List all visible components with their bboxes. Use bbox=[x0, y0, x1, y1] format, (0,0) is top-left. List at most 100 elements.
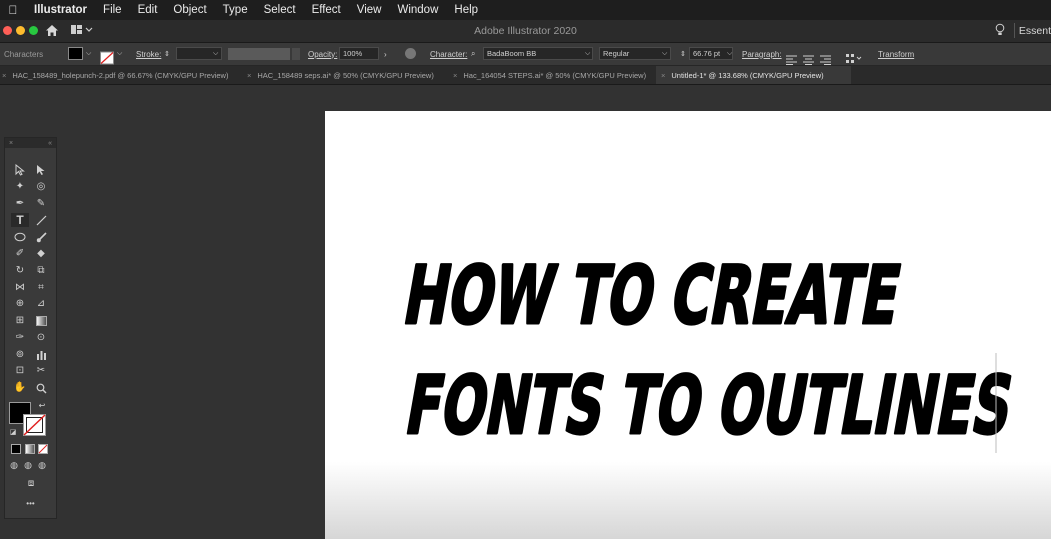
workspace-switcher[interactable]: Essent bbox=[1019, 25, 1051, 37]
app-title-bar: Adobe Illustrator 2020 Essent bbox=[0, 20, 1051, 43]
font-size-chevron-icon[interactable]: ⌵ bbox=[727, 43, 732, 65]
close-tab-icon[interactable]: × bbox=[247, 71, 251, 80]
window-title: Adobe Illustrator 2020 bbox=[474, 25, 577, 37]
eraser-tool-icon[interactable]: ◆ bbox=[32, 247, 50, 261]
tab-label: HAC_158489 seps.ai* @ 50% (CMYK/GPU Prev… bbox=[257, 70, 434, 80]
mesh-tool-icon[interactable]: ⊞ bbox=[11, 314, 29, 328]
tools-panel: × « ✦ ◎ ✒ ✎ T ✐ ◆ ↻ ⧉ ⋈ ⌗ ⊕ ⊿ ⊞ ✑ ⊙ ⊚ ⊡ … bbox=[4, 137, 57, 519]
menu-object[interactable]: Object bbox=[165, 4, 214, 16]
width-tool-icon[interactable]: ⋈ bbox=[11, 281, 29, 295]
stroke-weight-stepper-icon[interactable]: ⇕ bbox=[164, 43, 170, 65]
recolor-artwork-icon[interactable] bbox=[405, 48, 416, 59]
tab-label: Hac_164054 STEPS.ai* @ 50% (CMYK/GPU Pre… bbox=[463, 70, 647, 80]
fill-dropdown-chevron-icon[interactable]: ⌵ bbox=[86, 43, 91, 65]
pen-tool-icon[interactable]: ✒ bbox=[11, 197, 29, 211]
blend-tool-icon[interactable]: ⊙ bbox=[32, 331, 50, 345]
apple-menu-icon[interactable]:  bbox=[0, 3, 26, 17]
lightbulb-icon[interactable] bbox=[995, 23, 1005, 37]
column-graph-tool-icon[interactable] bbox=[32, 348, 50, 362]
close-tab-icon[interactable]: × bbox=[2, 71, 6, 80]
type-tool-icon[interactable]: T bbox=[11, 213, 29, 227]
menu-help[interactable]: Help bbox=[446, 4, 486, 16]
document-tab-active[interactable]: × Untitled-1* @ 133.68% (CMYK/GPU Previe… bbox=[656, 66, 851, 84]
tools-panel-header[interactable]: × « bbox=[5, 138, 56, 148]
lasso-tool-icon[interactable]: ◎ bbox=[32, 180, 50, 194]
font-family-field[interactable]: BadaBoom BB bbox=[483, 47, 593, 60]
opacity-label-link[interactable]: Opacity: bbox=[308, 43, 337, 65]
close-panel-icon[interactable]: × bbox=[9, 140, 13, 147]
divider bbox=[1014, 23, 1015, 38]
gradient-tool-icon[interactable] bbox=[32, 314, 50, 328]
paragraph-panel-link[interactable]: Paragraph: bbox=[742, 43, 782, 65]
selection-type-label: Characters bbox=[4, 49, 44, 59]
rotate-tool-icon[interactable]: ↻ bbox=[11, 264, 29, 278]
document-tab[interactable]: × Hac_164054 STEPS.ai* @ 50% (CMYK/GPU P… bbox=[453, 66, 646, 84]
color-mode-icon[interactable] bbox=[11, 444, 21, 454]
control-bar: Characters ⌵ ⌵ Stroke: ⇕ ⌵ Opacity: 100%… bbox=[0, 43, 1051, 66]
draw-normal-icon[interactable]: ◍ bbox=[8, 459, 20, 471]
artboard-text-svg[interactable]: HOW TO CREATE FONTS TO OUTLINES bbox=[325, 111, 1051, 539]
none-mode-icon[interactable] bbox=[38, 444, 48, 454]
menu-edit[interactable]: Edit bbox=[130, 4, 166, 16]
default-fill-stroke-icon[interactable]: ◪ bbox=[7, 426, 19, 438]
close-tab-icon[interactable]: × bbox=[661, 71, 665, 80]
artboard-tool-icon[interactable]: ⊡ bbox=[11, 364, 29, 378]
close-tab-icon[interactable]: × bbox=[453, 71, 457, 80]
swap-fill-stroke-icon[interactable]: ↩ bbox=[36, 400, 48, 412]
gradient-mode-icon[interactable] bbox=[25, 444, 35, 454]
font-style-chevron-icon[interactable]: ⌵ bbox=[662, 43, 667, 65]
profile-chevron-icon[interactable] bbox=[292, 48, 300, 60]
artboard[interactable]: HOW TO CREATE FONTS TO OUTLINES bbox=[325, 111, 1051, 539]
free-transform-tool-icon[interactable]: ⌗ bbox=[32, 281, 50, 295]
stroke-dropdown-chevron-icon[interactable]: ⌵ bbox=[117, 43, 122, 65]
direct-selection-tool-icon[interactable] bbox=[32, 163, 50, 177]
character-panel-link[interactable]: Character: bbox=[430, 43, 467, 65]
perspective-grid-tool-icon[interactable]: ⊿ bbox=[32, 297, 50, 311]
document-tab[interactable]: × HAC_158489 seps.ai* @ 50% (CMYK/GPU Pr… bbox=[247, 66, 434, 84]
eyedropper-tool-icon[interactable]: ✑ bbox=[11, 331, 29, 345]
document-tab-bar: × HAC_158489_holepunch-2.pdf @ 66.67% (C… bbox=[0, 66, 1051, 85]
menu-view[interactable]: View bbox=[349, 4, 390, 16]
shape-builder-tool-icon[interactable]: ⊕ bbox=[11, 297, 29, 311]
hand-tool-icon[interactable]: ✋ bbox=[11, 381, 29, 395]
scale-tool-icon[interactable]: ⧉ bbox=[32, 264, 50, 278]
variable-width-profile-dropdown[interactable] bbox=[228, 48, 290, 60]
fill-color-swatch[interactable] bbox=[68, 47, 83, 60]
draw-inside-icon[interactable]: ◍ bbox=[36, 459, 48, 471]
slice-tool-icon[interactable]: ✂ bbox=[32, 364, 50, 378]
font-size-stepper-icon[interactable]: ⇕ bbox=[680, 43, 686, 65]
curvature-tool-icon[interactable]: ✎ bbox=[32, 197, 50, 211]
font-style-dropdown[interactable]: Regular bbox=[599, 47, 671, 60]
menu-window[interactable]: Window bbox=[389, 4, 446, 16]
stroke-weight-chevron-icon[interactable]: ⌵ bbox=[213, 43, 218, 65]
font-family-chevron-icon[interactable]: ⌵ bbox=[585, 43, 590, 65]
document-tab[interactable]: × HAC_158489_holepunch-2.pdf @ 66.67% (C… bbox=[0, 66, 228, 84]
symbol-sprayer-tool-icon[interactable]: ⊚ bbox=[11, 348, 29, 362]
menu-illustrator[interactable]: Illustrator bbox=[26, 4, 95, 16]
line-segment-tool-icon[interactable] bbox=[32, 213, 50, 227]
draw-behind-icon[interactable]: ◍ bbox=[22, 459, 34, 471]
opacity-arrow-icon[interactable]: › bbox=[384, 43, 387, 65]
collapse-panel-icon[interactable]: « bbox=[48, 140, 52, 147]
magic-wand-tool-icon[interactable]: ✦ bbox=[11, 180, 29, 194]
headline-line-1[interactable]: HOW TO CREATE bbox=[396, 248, 909, 344]
opacity-field[interactable]: 100% bbox=[339, 47, 379, 60]
screen-mode-icon[interactable]: ⧈ bbox=[21, 477, 41, 491]
stroke-color-box[interactable] bbox=[23, 414, 46, 436]
menu-file[interactable]: File bbox=[95, 4, 130, 16]
selection-tool-icon[interactable] bbox=[11, 163, 29, 177]
menu-bar:  Illustrator File Edit Object Type Sele… bbox=[0, 0, 1051, 20]
transform-panel-link[interactable]: Transform bbox=[878, 43, 914, 65]
zoom-tool-icon[interactable] bbox=[32, 381, 50, 395]
font-search-icon[interactable]: ⌕ bbox=[471, 43, 475, 65]
stroke-label-link[interactable]: Stroke: bbox=[136, 43, 161, 65]
tab-label: Untitled-1* @ 133.68% (CMYK/GPU Preview) bbox=[671, 70, 824, 80]
ellipse-tool-icon[interactable] bbox=[11, 230, 29, 244]
shaper-tool-icon[interactable]: ✐ bbox=[11, 247, 29, 261]
menu-type[interactable]: Type bbox=[215, 4, 256, 16]
paintbrush-tool-icon[interactable] bbox=[32, 230, 50, 244]
edit-toolbar-button[interactable]: ••• bbox=[5, 499, 56, 508]
headline-line-2[interactable]: FONTS TO OUTLINES bbox=[398, 358, 1021, 454]
menu-effect[interactable]: Effect bbox=[304, 4, 349, 16]
menu-select[interactable]: Select bbox=[256, 4, 304, 16]
